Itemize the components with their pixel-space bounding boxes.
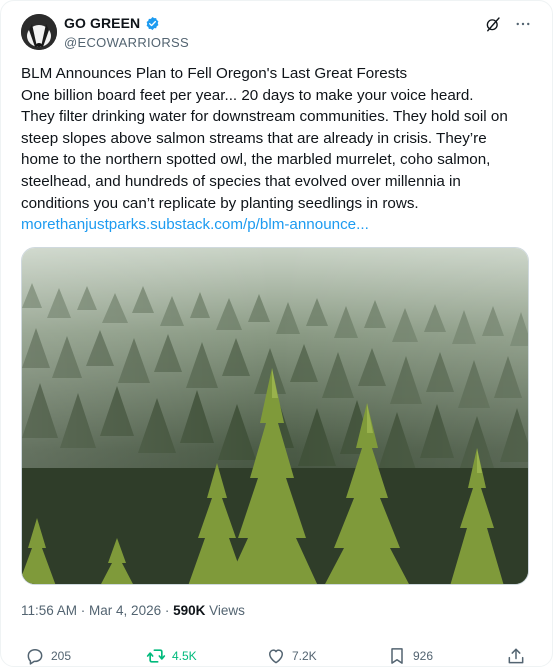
reply-button[interactable]: 205 — [25, 646, 71, 666]
tweet-text-line: They filter drinking water for downstrea… — [21, 108, 508, 126]
tweet-time[interactable]: 11:56 AM — [21, 603, 77, 618]
heart-icon — [269, 649, 283, 664]
tweet-date[interactable]: Mar 4, 2026 — [89, 603, 161, 618]
reply-count: 205 — [51, 649, 72, 663]
bookmark-icon — [391, 648, 403, 664]
meta-separator: · — [77, 603, 90, 618]
author-info[interactable]: GO GREEN @ECOWARRIORSS — [64, 15, 189, 50]
badger-avatar-icon — [21, 14, 57, 50]
tweet-text-line: conditions you can’t replicate by planti… — [21, 194, 419, 212]
share-button[interactable] — [506, 646, 526, 666]
views-label: Views — [205, 603, 245, 618]
tweet-card: GO GREEN @ECOWARRIORSS BLM Announces Pla… — [0, 0, 553, 667]
tweet-header-actions — [484, 15, 532, 33]
tweet-text-line: BLM Announces Plan to Fell Oregon's Last… — [21, 65, 408, 82]
tweet-text-line: One billion board feet per year... 20 da… — [21, 86, 474, 104]
tweet-meta: 11:56 AM · Mar 4, 2026 · 590K Views — [21, 603, 245, 618]
reply-icon — [27, 649, 43, 665]
tweet-text: BLM Announces Plan to Fell Oregon's Last… — [21, 63, 536, 236]
tweet-text-line: steep slopes above salmon streams that a… — [21, 129, 487, 147]
views-count: 590K — [173, 603, 206, 618]
verified-badge-icon — [146, 16, 159, 30]
display-name[interactable]: GO GREEN — [64, 15, 140, 31]
repost-button[interactable]: 4.5K — [146, 646, 197, 666]
user-handle[interactable]: @ECOWARRIORSS — [64, 35, 189, 50]
bookmark-button[interactable]: 926 — [387, 646, 433, 666]
article-link[interactable]: morethanjustparks.substack.com/p/blm-ann… — [21, 214, 536, 236]
repost-icon — [146, 649, 166, 663]
avatar[interactable] — [21, 14, 57, 50]
more-icon[interactable] — [514, 15, 532, 33]
repost-count: 4.5K — [172, 649, 197, 663]
like-count: 7.2K — [292, 649, 317, 663]
tweet-actions-bar: 205 4.5K 7.2K 926 — [1, 646, 553, 668]
grok-icon[interactable] — [484, 15, 502, 33]
like-button[interactable]: 7.2K — [266, 646, 317, 666]
share-icon — [508, 648, 524, 664]
forest-photo — [22, 248, 528, 584]
bookmark-count: 926 — [413, 649, 434, 663]
tweet-text-line: steelhead, and hundreds of species that … — [21, 172, 461, 190]
tweet-text-line: home to the northern spotted owl, the ma… — [21, 151, 491, 169]
tweet-media-image[interactable] — [21, 247, 529, 585]
meta-separator: · — [161, 603, 174, 618]
